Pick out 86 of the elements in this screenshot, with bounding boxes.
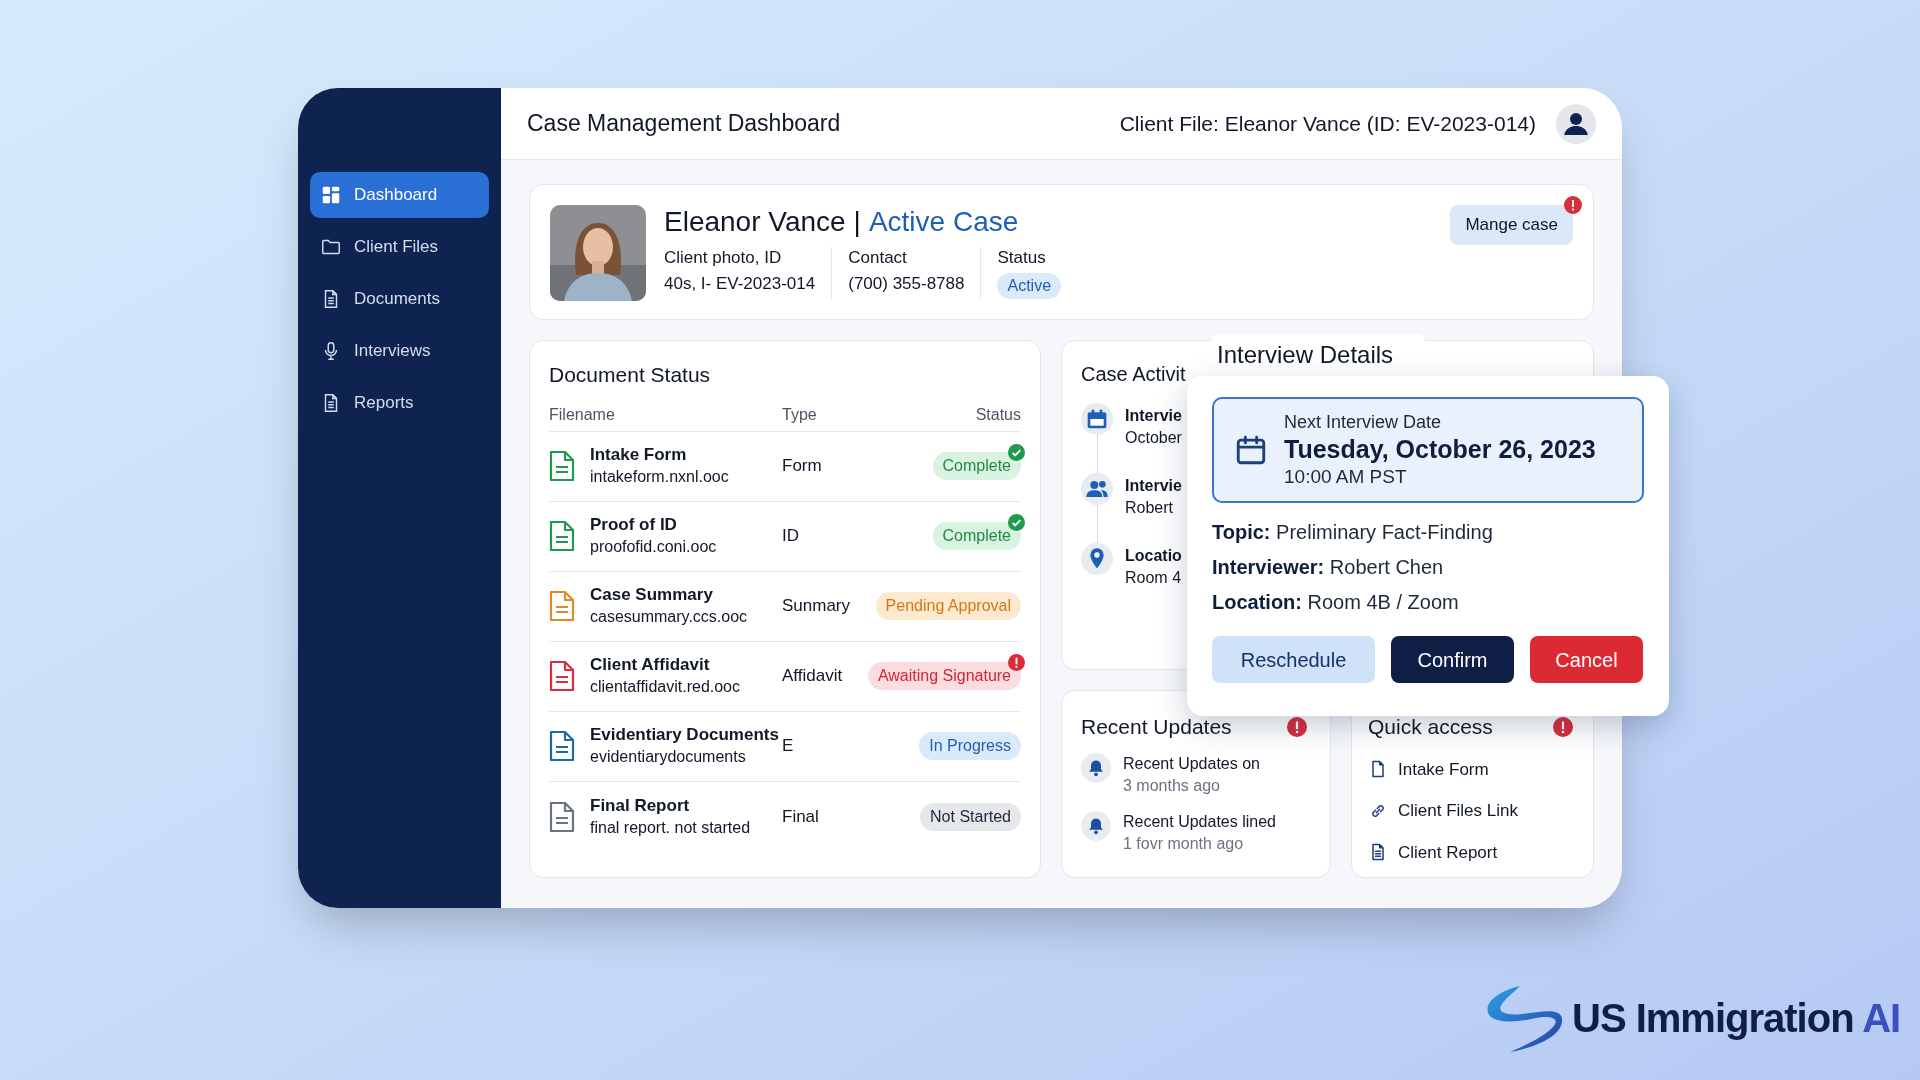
file-name: casesummary.ccs.ooc [590,607,749,627]
card-title: Quick access [1368,714,1493,740]
document-icon [549,520,575,552]
status-badge: Awaiting Signature [867,662,1021,690]
page-title: Case Management Dashboard [527,109,841,139]
file-name: final report. not started [590,817,752,838]
status-badge: In Progress [919,732,1021,760]
sidebar-item[interactable]: Reports [310,380,489,426]
column-header: Status [975,404,1021,425]
confirm-button[interactable]: Confirm [1391,636,1514,683]
document-icon [549,450,575,482]
update-time: 1 fovr month ago [1123,833,1245,854]
document-name: Case Summary [590,584,714,606]
file-name: intakeform.nxnl.ooc [590,467,730,487]
sidebar-item[interactable]: Interviews [310,328,489,374]
field-label: Status [997,247,1047,269]
interview-date: Tuesday, October 26, 2023 [1284,434,1596,465]
document-name: Intake Form [590,444,688,466]
interview-time: 10:00 AM PST [1284,465,1408,489]
update-text: Recent Updates lined [1123,811,1276,832]
field-value: (700) 355-8788 [848,273,965,295]
location-pin-icon [1081,543,1113,575]
document-type: Sunmary [782,595,851,618]
sidebar-item[interactable]: Dashboard [310,172,489,218]
card-title: Document Status [549,362,712,388]
card-title: Case Activit [1081,362,1187,387]
status-badge: Pending Approval [875,592,1021,620]
column-header: Type [782,404,817,425]
update-time: 3 months ago [1123,775,1221,796]
activity-detail: Room 4 [1125,568,1182,588]
people-icon [1081,473,1113,505]
cancel-button[interactable]: Cancel [1530,636,1643,683]
field-label: Client photo, ID [664,247,783,269]
document-icon [549,800,575,833]
document-type: Form [782,455,822,478]
status-badge: Not Started [920,802,1021,831]
document-type: Affidavit [782,665,843,688]
case-status-title: Active Case [868,205,1019,239]
document-name: Evidentiary Documents [590,724,780,746]
detail-line: Interviewer: Robert Chen [1212,555,1445,580]
file-name: evidentiarydocuments [590,747,747,767]
bell-icon [1081,810,1111,841]
date-label: Next Interview Date [1284,411,1443,433]
calendar-icon [1234,433,1268,467]
field-label: Contact [848,247,908,269]
file-name: proofofid.coni.ooc [590,537,718,557]
reschedule-button[interactable]: Reschedule [1212,636,1375,683]
bell-icon [1081,752,1111,783]
document-name: Final Report [590,794,691,817]
sidebar-item[interactable]: Documents [310,276,489,322]
document-type: Final [782,805,819,828]
detail-line: Topic: Preliminary Fact-Finding [1212,520,1494,545]
document-name: Proof of ID [590,514,678,536]
status-badge: Active [997,273,1062,299]
client-name: Eleanor Vance [664,205,846,239]
calendar-icon [1081,403,1113,435]
activity-detail: Robert [1125,498,1175,518]
activity-title: Intervie [1125,476,1182,496]
file-name: clientaffidavit.red.ooc [590,677,741,697]
quick-access-link[interactable]: Client Report [1368,839,1577,865]
status-badge: Complete [932,452,1021,480]
document-name: Client Affidavit [590,654,711,676]
column-header: Filename [549,404,616,425]
activity-title: Locatio [1125,546,1182,566]
activity-detail: October [1125,428,1182,448]
card-title: Recent Updates [1081,714,1232,740]
manage-case-button[interactable]: Mange case [1450,205,1573,245]
dashboard-grid-icon [320,184,342,206]
field-value: 40s, I- EV-2023-014 [664,273,816,295]
status-badge: Complete [932,522,1021,550]
client-file-label: Client File: Eleanor Vance (ID: EV-2023-014) [1119,110,1536,137]
document-icon [549,590,575,622]
popup-title: Interview Details [1217,340,1394,370]
activity-title: Intervie [1125,406,1182,426]
quick-access-link[interactable]: Intake Form [1368,756,1577,782]
quick-access-link[interactable]: Client Files Link [1368,798,1577,824]
document-type: E [782,735,794,758]
separator: | [853,205,861,239]
document-icon [549,660,575,692]
brand-name: US Immigration AI [1572,995,1901,1042]
document-icon [549,730,575,762]
sidebar-item[interactable]: Client Files [310,224,489,270]
user-avatar-icon[interactable] [1556,103,1596,144]
document-type: ID [782,525,799,548]
detail-line: Location: Room 4B / Zoom [1212,590,1460,615]
update-text: Recent Updates on [1123,753,1260,774]
